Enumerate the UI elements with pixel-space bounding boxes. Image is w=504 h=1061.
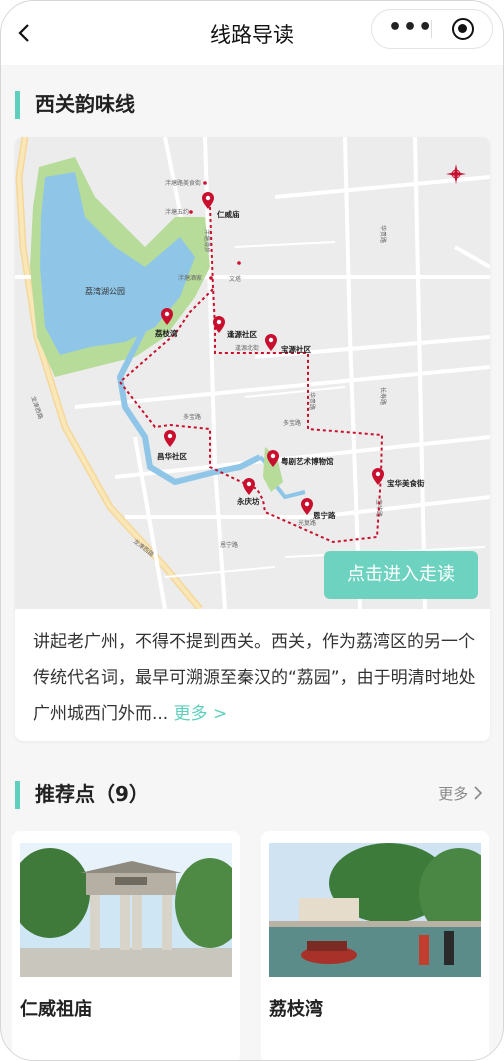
mini-program-capsule: ••• bbox=[371, 9, 493, 49]
recommend-more-label: 更多 bbox=[438, 785, 469, 803]
route-card: 荔湾湖公园 泮塘路美食街 泮塘五约 泮塘酒家 文塔 多宝路 多宝路 逢源北街 恩… bbox=[15, 137, 490, 741]
poi-card[interactable]: 仁威祖庙 bbox=[12, 831, 240, 1060]
target-icon[interactable] bbox=[452, 18, 474, 40]
poi-name: 仁威祖庙 bbox=[20, 999, 92, 1020]
road-label: 华贵路 bbox=[379, 225, 387, 243]
poi-photo bbox=[269, 843, 481, 977]
road-label: 泮塘滑步 bbox=[203, 229, 211, 253]
poi-name: 荔枝湾 bbox=[269, 999, 323, 1020]
route-map[interactable]: 荔湾湖公园 泮塘路美食街 泮塘五约 泮塘酒家 文塔 多宝路 多宝路 逢源北街 恩… bbox=[15, 137, 490, 612]
marker-label: 宝华美食街 bbox=[387, 478, 425, 488]
section-accent-bar bbox=[15, 781, 20, 809]
description-more-link[interactable]: 更多 > bbox=[174, 704, 228, 724]
marker-label: 逢源社区 bbox=[227, 329, 257, 339]
road-label: 泮塘路美食街 bbox=[165, 179, 201, 187]
chevron-right-icon bbox=[474, 786, 483, 800]
road-label: 华贵路 bbox=[308, 392, 316, 410]
marker-label: 宝源社区 bbox=[281, 344, 311, 354]
marker-label: 仁威庙 bbox=[217, 209, 240, 219]
route-title: 西关韵味线 bbox=[35, 92, 135, 116]
poi-card[interactable]: 荔枝湾 bbox=[261, 831, 489, 1060]
description-text: 讲起老广州，不得不提到西关。西关，作为荔湾区的另一个传统代名词，最早可溯源至秦汉… bbox=[33, 632, 476, 724]
park-label: 荔湾湖公园 bbox=[85, 286, 125, 296]
marker-label: 粤剧艺术博物馆 bbox=[281, 456, 334, 466]
recommend-title: 推荐点（9） bbox=[35, 782, 149, 806]
road-label: 长寿路 bbox=[379, 387, 387, 405]
section-accent-bar bbox=[15, 91, 20, 119]
enter-tour-button[interactable]: 点击进入走读 bbox=[324, 551, 478, 599]
marker-label: 昌华社区 bbox=[157, 451, 187, 461]
capsule-divider bbox=[431, 20, 432, 38]
road-label: 文塔 bbox=[229, 275, 241, 283]
marker-label: 恩宁路 bbox=[313, 510, 336, 520]
marker-label: 荔枝湾 bbox=[154, 328, 178, 338]
navbar: 线路导读 ••• bbox=[1, 1, 503, 65]
road-label: 泮塘酒家 bbox=[178, 274, 202, 282]
road-label: 多宝路 bbox=[183, 413, 201, 421]
road-label: 多宝路 bbox=[283, 419, 301, 427]
road-label: 泮塘五约 bbox=[165, 208, 189, 216]
phone-frame: 线路导读 ••• 西关韵味线 荔湾湖公园 泮塘路美食街 泮塘五约 泮塘酒家 文塔… bbox=[0, 0, 504, 1061]
marker-label: 永庆坊 bbox=[236, 496, 260, 506]
more-dots-icon[interactable]: ••• bbox=[388, 17, 433, 39]
road-label: 恩宁路 bbox=[220, 541, 238, 549]
route-description: 讲起老广州，不得不提到西关。西关，作为荔湾区的另一个传统代名词，最早可溯源至秦汉… bbox=[33, 624, 477, 732]
recommend-more-link[interactable]: 更多 bbox=[438, 783, 483, 804]
poi-photo bbox=[20, 843, 232, 977]
road-label: 光复路 bbox=[298, 519, 316, 527]
road-label: 逢源北街 bbox=[235, 344, 259, 352]
